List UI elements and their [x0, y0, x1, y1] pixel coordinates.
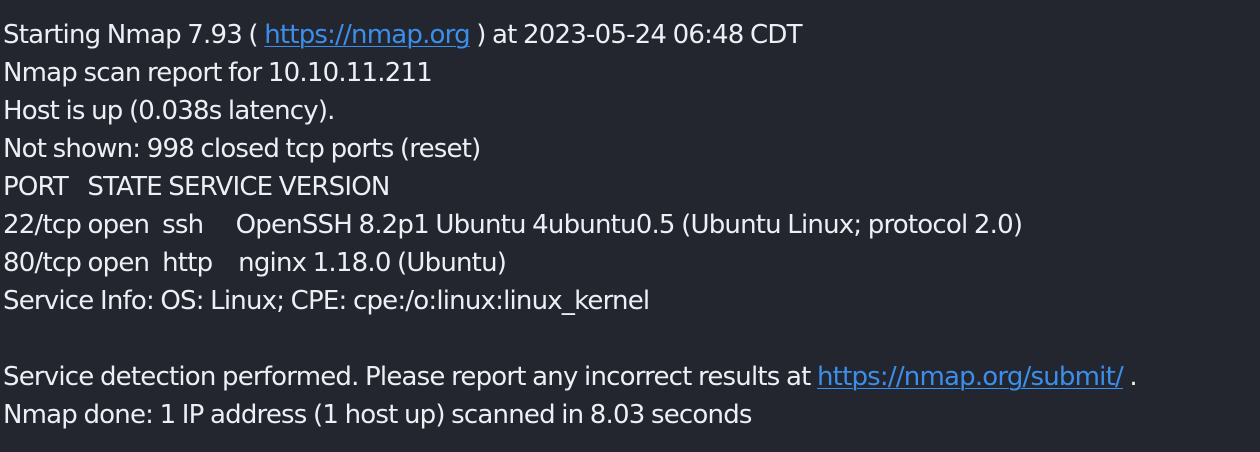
terminal-output: Starting Nmap 7.93 ( https://nmap.org ) …	[0, 0, 1260, 452]
nmap-start-line: Starting Nmap 7.93 ( https://nmap.org ) …	[3, 16, 1260, 54]
scan-report-line: Nmap scan report for 10.10.11.211	[3, 58, 433, 88]
detection-suffix: .	[1122, 362, 1137, 392]
start-suffix: ) at 2023-05-24 06:48 CDT	[469, 20, 802, 50]
port-row-22: 22/tcp open ssh OpenSSH 8.2p1 Ubuntu 4ub…	[3, 210, 1023, 240]
detection-prefix: Service detection performed. Please repo…	[3, 362, 817, 392]
port-table-header: PORT STATE SERVICE VERSION	[3, 172, 390, 202]
not-shown-line: Not shown: 998 closed tcp ports (reset)	[3, 134, 481, 164]
port-row-80: 80/tcp open http nginx 1.18.0 (Ubuntu)	[3, 248, 507, 278]
service-detection-line: Service detection performed. Please repo…	[3, 358, 1260, 396]
nmap-submit-link[interactable]: https://nmap.org/submit/	[817, 362, 1124, 392]
start-prefix: Starting Nmap 7.93 (	[3, 20, 265, 50]
service-info-line: Service Info: OS: Linux; CPE: cpe:/o:lin…	[3, 286, 650, 316]
host-status-line: Host is up (0.038s latency).	[3, 96, 335, 126]
nmap-org-link[interactable]: https://nmap.org	[264, 20, 470, 50]
nmap-done-line: Nmap done: 1 IP address (1 host up) scan…	[3, 400, 752, 430]
